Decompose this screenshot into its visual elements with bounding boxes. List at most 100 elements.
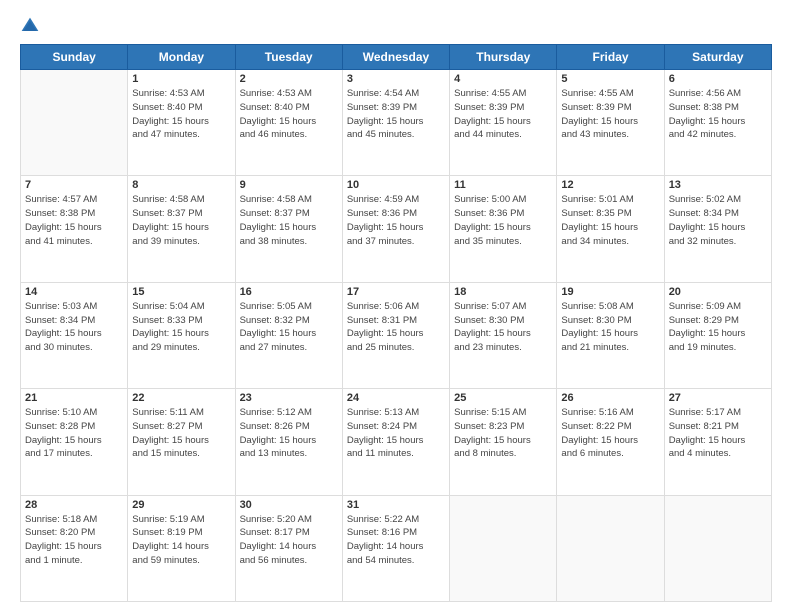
day-cell: 18Sunrise: 5:07 AMSunset: 8:30 PMDayligh… — [450, 282, 557, 388]
col-header-friday: Friday — [557, 45, 664, 70]
logo — [20, 16, 44, 36]
week-row-2: 7Sunrise: 4:57 AMSunset: 8:38 PMDaylight… — [21, 176, 772, 282]
day-number: 18 — [454, 286, 552, 298]
day-cell: 17 Sunrise: 5:06 AMSunset: 8:31 PMDayligh… — [342, 282, 449, 388]
day-info: Sunrise: 4:53 AMSunset: 8:40 PMDaylight:… — [132, 87, 230, 142]
logo-icon — [20, 16, 40, 36]
day-info: Sunrise: 5:13 AMSunset: 8:24 PMDaylight:… — [347, 406, 445, 461]
day-cell: 9 Sunrise: 4:58 AMSunset: 8:37 PMDaylight… — [235, 176, 342, 282]
day-number: 17 — [347, 286, 445, 298]
day-info: Sunrise: 4:59 AMSunset: 8:36 PMDaylight:… — [347, 193, 445, 248]
day-cell: 14 Sunrise: 5:03 AMSunset: 8:34 PMDayligh… — [21, 282, 128, 388]
day-number: 29 — [132, 499, 230, 511]
week-row-4: 21 Sunrise: 5:10 AMSunset: 8:28 PMDayligh… — [21, 389, 772, 495]
day-cell: 10 Sunrise: 4:59 AMSunset: 8:36 PMDayligh… — [342, 176, 449, 282]
day-info: Sunrise: 5:16 AMSunset: 8:22 PMDaylight:… — [561, 406, 659, 461]
day-info: Sunrise: 5:17 AMSunset: 8:21 PMDaylight:… — [669, 406, 767, 461]
day-info: Sunrise: 4:56 AMSunset: 8:38 PMDaylight:… — [669, 87, 767, 142]
day-cell: 16 Sunrise: 5:05 AMSunset: 8:32 PMDayligh… — [235, 282, 342, 388]
day-number: 16 — [240, 286, 338, 298]
day-cell: 2 Sunrise: 4:53 AMSunset: 8:40 PMDaylight… — [235, 70, 342, 176]
day-number: 14 — [25, 286, 123, 298]
day-cell: 29 Sunrise: 5:19 AMSunset: 8:19 PMDayligh… — [128, 495, 235, 601]
day-number: 4 — [454, 73, 552, 85]
week-row-5: 28 Sunrise: 5:18 AMSunset: 8:20 PMDayligh… — [21, 495, 772, 601]
day-cell: 25Sunrise: 5:15 AMSunset: 8:23 PMDayligh… — [450, 389, 557, 495]
day-cell: 19 Sunrise: 5:08 AMSunset: 8:30 PMDayligh… — [557, 282, 664, 388]
day-info: Sunrise: 5:22 AMSunset: 8:16 PMDaylight:… — [347, 513, 445, 568]
day-cell — [664, 495, 771, 601]
day-cell: 15 Sunrise: 5:04 AMSunset: 8:33 PMDayligh… — [128, 282, 235, 388]
day-number: 15 — [132, 286, 230, 298]
day-info: Sunrise: 4:58 AMSunset: 8:37 PMDaylight:… — [132, 193, 230, 248]
day-info: Sunrise: 5:19 AMSunset: 8:19 PMDaylight:… — [132, 513, 230, 568]
day-cell: 23 Sunrise: 5:12 AMSunset: 8:26 PMDayligh… — [235, 389, 342, 495]
day-cell: 22 Sunrise: 5:11 AMSunset: 8:27 PMDayligh… — [128, 389, 235, 495]
day-cell: 27 Sunrise: 5:17 AMSunset: 8:21 PMDayligh… — [664, 389, 771, 495]
day-cell: 1 Sunrise: 4:53 AMSunset: 8:40 PMDaylight… — [128, 70, 235, 176]
day-info: Sunrise: 5:12 AMSunset: 8:26 PMDaylight:… — [240, 406, 338, 461]
day-info: Sunrise: 4:57 AMSunset: 8:38 PMDaylight:… — [25, 193, 123, 248]
day-cell: 28 Sunrise: 5:18 AMSunset: 8:20 PMDayligh… — [21, 495, 128, 601]
day-cell: 11Sunrise: 5:00 AMSunset: 8:36 PMDayligh… — [450, 176, 557, 282]
day-number: 22 — [132, 392, 230, 404]
day-number: 19 — [561, 286, 659, 298]
day-cell — [21, 70, 128, 176]
day-info: Sunrise: 4:53 AMSunset: 8:40 PMDaylight:… — [240, 87, 338, 142]
day-number: 13 — [669, 179, 767, 191]
day-number: 30 — [240, 499, 338, 511]
day-cell: 12 Sunrise: 5:01 AMSunset: 8:35 PMDayligh… — [557, 176, 664, 282]
day-number: 23 — [240, 392, 338, 404]
day-cell: 8Sunrise: 4:58 AMSunset: 8:37 PMDaylight… — [128, 176, 235, 282]
day-info: Sunrise: 4:54 AMSunset: 8:39 PMDaylight:… — [347, 87, 445, 142]
col-header-thursday: Thursday — [450, 45, 557, 70]
day-info: Sunrise: 5:01 AMSunset: 8:35 PMDaylight:… — [561, 193, 659, 248]
day-cell: 26 Sunrise: 5:16 AMSunset: 8:22 PMDayligh… — [557, 389, 664, 495]
day-info: Sunrise: 5:00 AMSunset: 8:36 PMDaylight:… — [454, 193, 552, 248]
day-number: 5 — [561, 73, 659, 85]
day-number: 1 — [132, 73, 230, 85]
day-info: Sunrise: 5:08 AMSunset: 8:30 PMDaylight:… — [561, 300, 659, 355]
day-cell: 20Sunrise: 5:09 AMSunset: 8:29 PMDayligh… — [664, 282, 771, 388]
day-number: 21 — [25, 392, 123, 404]
header — [20, 16, 772, 36]
day-cell: 4 Sunrise: 4:55 AMSunset: 8:39 PMDaylight… — [450, 70, 557, 176]
day-number: 28 — [25, 499, 123, 511]
day-number: 24 — [347, 392, 445, 404]
page: SundayMondayTuesdayWednesdayThursdayFrid… — [0, 0, 792, 612]
day-info: Sunrise: 5:05 AMSunset: 8:32 PMDaylight:… — [240, 300, 338, 355]
calendar-table: SundayMondayTuesdayWednesdayThursdayFrid… — [20, 44, 772, 602]
day-number: 10 — [347, 179, 445, 191]
day-number: 27 — [669, 392, 767, 404]
day-info: Sunrise: 5:10 AMSunset: 8:28 PMDaylight:… — [25, 406, 123, 461]
day-number: 9 — [240, 179, 338, 191]
day-cell: 6 Sunrise: 4:56 AMSunset: 8:38 PMDaylight… — [664, 70, 771, 176]
day-number: 6 — [669, 73, 767, 85]
day-info: Sunrise: 5:06 AMSunset: 8:31 PMDaylight:… — [347, 300, 445, 355]
day-info: Sunrise: 5:18 AMSunset: 8:20 PMDaylight:… — [25, 513, 123, 568]
day-number: 2 — [240, 73, 338, 85]
day-number: 26 — [561, 392, 659, 404]
week-row-1: 1 Sunrise: 4:53 AMSunset: 8:40 PMDaylight… — [21, 70, 772, 176]
day-cell: 13 Sunrise: 5:02 AMSunset: 8:34 PMDayligh… — [664, 176, 771, 282]
day-info: Sunrise: 4:58 AMSunset: 8:37 PMDaylight:… — [240, 193, 338, 248]
col-header-tuesday: Tuesday — [235, 45, 342, 70]
day-info: Sunrise: 5:20 AMSunset: 8:17 PMDaylight:… — [240, 513, 338, 568]
day-info: Sunrise: 5:02 AMSunset: 8:34 PMDaylight:… — [669, 193, 767, 248]
col-header-saturday: Saturday — [664, 45, 771, 70]
day-cell: 31Sunrise: 5:22 AMSunset: 8:16 PMDayligh… — [342, 495, 449, 601]
day-cell: 5Sunrise: 4:55 AMSunset: 8:39 PMDaylight… — [557, 70, 664, 176]
header-row: SundayMondayTuesdayWednesdayThursdayFrid… — [21, 45, 772, 70]
col-header-sunday: Sunday — [21, 45, 128, 70]
day-cell: 7Sunrise: 4:57 AMSunset: 8:38 PMDaylight… — [21, 176, 128, 282]
day-cell — [450, 495, 557, 601]
day-info: Sunrise: 5:03 AMSunset: 8:34 PMDaylight:… — [25, 300, 123, 355]
day-info: Sunrise: 5:15 AMSunset: 8:23 PMDaylight:… — [454, 406, 552, 461]
day-cell: 24 Sunrise: 5:13 AMSunset: 8:24 PMDayligh… — [342, 389, 449, 495]
day-number: 12 — [561, 179, 659, 191]
day-info: Sunrise: 4:55 AMSunset: 8:39 PMDaylight:… — [454, 87, 552, 142]
day-number: 3 — [347, 73, 445, 85]
day-info: Sunrise: 5:11 AMSunset: 8:27 PMDaylight:… — [132, 406, 230, 461]
day-info: Sunrise: 5:04 AMSunset: 8:33 PMDaylight:… — [132, 300, 230, 355]
day-cell — [557, 495, 664, 601]
